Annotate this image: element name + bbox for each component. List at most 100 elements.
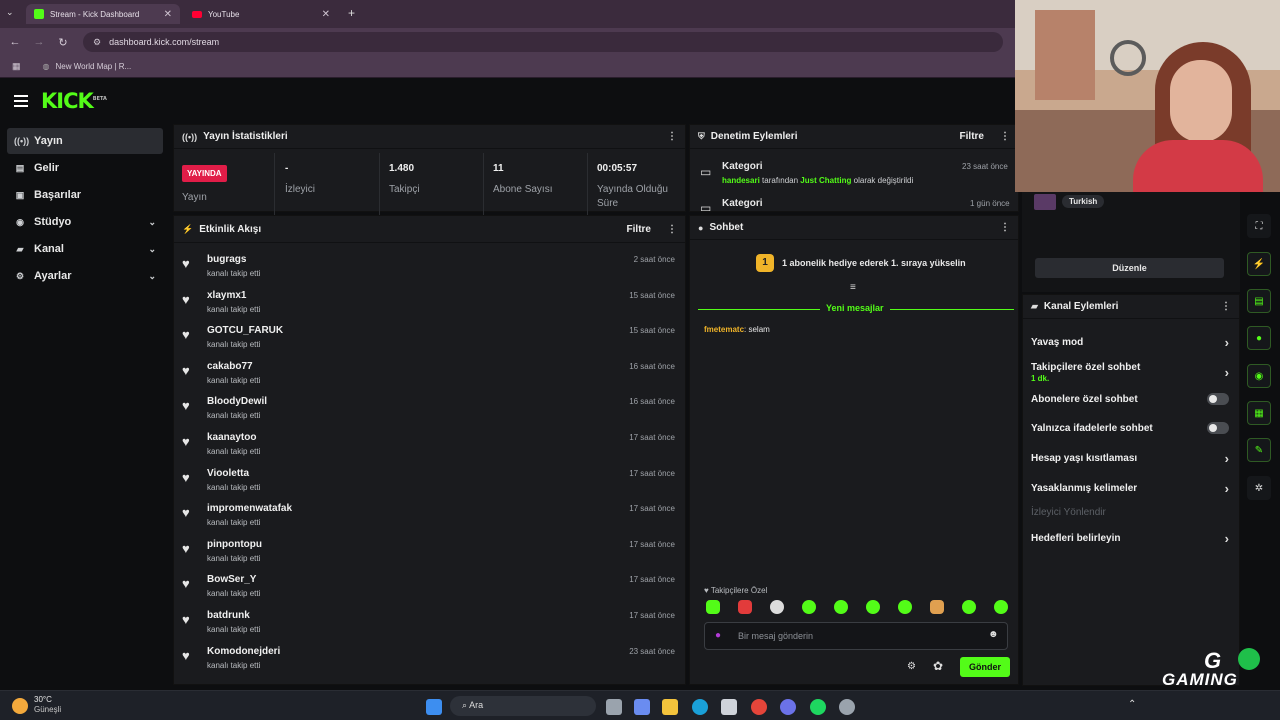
sidebar-item-studyo[interactable]: ◉ Stüdyo ⌄ (7, 209, 163, 235)
more-options-icon[interactable]: ⋮ (1221, 301, 1231, 312)
emote-chat-row[interactable]: Yalnızca ifadelerle sohbet (1031, 422, 1229, 434)
weather-sun-icon[interactable] (12, 698, 28, 714)
activity-username[interactable]: BloodyDewil (207, 396, 267, 407)
activity-row[interactable]: ♥ kaanaytoo kanalı takip etti 17 saat önce (182, 430, 675, 464)
emote-icon[interactable] (930, 600, 944, 614)
emote-icon[interactable] (962, 600, 976, 614)
emote-icon[interactable] (738, 600, 752, 614)
goals-row[interactable]: Hedefleri belirleyin › (1031, 531, 1229, 546)
close-tab-icon[interactable]: ✕ (322, 9, 330, 20)
discord-icon[interactable] (780, 699, 796, 715)
microphone-icon[interactable]: ● (715, 630, 721, 641)
copilot-icon[interactable] (634, 699, 650, 715)
chat-bubble-icon[interactable]: ● (1247, 326, 1271, 350)
emote-icon[interactable] (994, 600, 1008, 614)
emote-icon[interactable] (802, 600, 816, 614)
banned-words-row[interactable]: Yasaklanmış kelimeler › (1031, 481, 1229, 496)
activity-username[interactable]: batdrunk (207, 610, 260, 621)
chrome-icon[interactable] (751, 699, 767, 715)
file-explorer-icon[interactable] (662, 699, 678, 715)
sidebar-item-kanal[interactable]: ▰ Kanal ⌄ (7, 236, 163, 262)
mod-category[interactable]: Just Chatting (800, 176, 851, 185)
activity-username[interactable]: BowSer_Y (207, 574, 260, 585)
new-tab-button[interactable]: + (348, 6, 355, 20)
reload-icon[interactable]: ↻ (51, 36, 75, 49)
expand-icon[interactable]: ⛶ (1247, 214, 1271, 238)
site-info-icon[interactable]: ⚙ (93, 37, 101, 48)
pinned-toggle-icon[interactable]: ≡ (850, 282, 856, 293)
taskbar-search[interactable]: ⌕ Ara (450, 696, 596, 716)
activity-row[interactable]: ♥ Viooletta kanalı takip etti 17 saat önce (182, 466, 675, 500)
chat-settings-gear-icon[interactable]: ⚙ (907, 661, 916, 672)
sidebar-item-basarilar[interactable]: ▣ Başarılar (7, 182, 163, 208)
emote-icon[interactable] (834, 600, 848, 614)
account-age-row[interactable]: Hesap yaşı kısıtlaması › (1031, 451, 1229, 466)
activity-row[interactable]: ♥ impromenwatafak kanalı takip etti 17 saat… (182, 501, 675, 535)
sidebar-item-yayin[interactable]: ((•)) Yayın (7, 128, 163, 154)
emote-icon[interactable] (770, 600, 784, 614)
chat-tools-icon[interactable]: ✿ (933, 659, 943, 673)
filter-button[interactable]: Filtre (627, 224, 651, 235)
more-options-icon[interactable]: ⋮ (1000, 222, 1010, 233)
activity-row[interactable]: ♥ GOTCU_FARUK kanalı takip etti 15 saat önc… (182, 323, 675, 357)
activity-username[interactable]: xlaymx1 (207, 290, 260, 301)
activity-username[interactable]: cakabo77 (207, 361, 260, 372)
more-options-icon[interactable]: ⋮ (667, 224, 677, 235)
emoji-icon[interactable]: ☻ (988, 629, 999, 640)
subscribers-chat-row[interactable]: Abonelere özel sohbet (1031, 393, 1229, 405)
chat-username[interactable]: fmetematc (704, 325, 744, 334)
store-icon[interactable] (721, 699, 737, 715)
activity-row[interactable]: ♥ pinpontopu kanalı takip etti 17 saat önce (182, 537, 675, 571)
edge-icon[interactable] (692, 699, 708, 715)
tab-list-chevron-icon[interactable]: ⌄ (6, 7, 14, 18)
back-arrow-icon[interactable]: ← (3, 36, 27, 48)
send-button[interactable]: Gönder (960, 657, 1010, 677)
forward-arrow-icon[interactable]: → (27, 36, 51, 48)
spotify-icon[interactable] (810, 699, 826, 715)
lightning-icon[interactable]: ⚡ (1247, 252, 1271, 276)
tab-youtube[interactable]: YouTube ✕ (184, 4, 338, 24)
activity-username[interactable]: Viooletta (207, 468, 260, 479)
activity-username[interactable]: bugrags (207, 254, 260, 265)
more-options-icon[interactable]: ⋮ (667, 131, 677, 142)
activity-row[interactable]: ♥ xlaymx1 kanalı takip etti 15 saat önce (182, 288, 675, 322)
task-view-icon[interactable] (606, 699, 622, 715)
broadcast-icon[interactable]: ◉ (1247, 364, 1271, 388)
activity-username[interactable]: GOTCU_FARUK (207, 325, 283, 336)
bookmark-new-world-map[interactable]: New World Map | R... (56, 62, 132, 71)
more-options-icon[interactable]: ⋮ (1000, 131, 1010, 142)
activity-row[interactable]: ♥ BloodyDewil kanalı takip etti 16 saat önc… (182, 394, 675, 428)
activity-username[interactable]: pinpontopu (207, 539, 262, 550)
gift-leaderboard-text[interactable]: 1 abonelik hediye ederek 1. sıraya yükse… (782, 258, 966, 268)
activity-row[interactable]: ♥ batdrunk kanalı takip etti 17 saat önce (182, 608, 675, 642)
close-tab-icon[interactable]: ✕ (164, 9, 172, 20)
activity-row[interactable]: ♥ BowSer_Y kanalı takip etti 17 saat önce (182, 572, 675, 606)
sidebar-item-ayarlar[interactable]: ⚙ Ayarlar ⌄ (7, 263, 163, 289)
activity-username[interactable]: kaanaytoo (207, 432, 260, 443)
activity-row[interactable]: ♥ Komodonejderi kanalı takip etti 23 saat ö… (182, 644, 675, 678)
share-icon[interactable]: ✲ (1247, 476, 1271, 500)
tab-kick-dashboard[interactable]: Stream - Kick Dashboard ✕ (26, 4, 180, 24)
url-field[interactable]: ⚙ dashboard.kick.com/stream (83, 32, 1003, 52)
document-icon[interactable]: ▤ (1247, 289, 1271, 313)
windows-start-icon[interactable] (426, 699, 442, 715)
emote-icon[interactable] (898, 600, 912, 614)
emote-icon[interactable] (706, 600, 720, 614)
slow-mode-row[interactable]: Yavaş mod › (1031, 335, 1229, 350)
emote-icon[interactable] (866, 600, 880, 614)
edit-stream-button[interactable]: Düzenle (1035, 258, 1224, 278)
filter-button[interactable]: Filtre (960, 131, 984, 142)
activity-username[interactable]: Komodonejderi (207, 646, 280, 657)
sidebar-item-gelir[interactable]: ▤ Gelir (7, 155, 163, 181)
activity-username[interactable]: impromenwatafak (207, 503, 292, 514)
chat-input-box[interactable]: ● Bir mesaj gönderin ☻ (704, 622, 1008, 650)
weather-widget[interactable]: 30°C Güneşli (34, 695, 61, 715)
apps-grid-icon[interactable]: ▦ (12, 61, 21, 72)
subscribers-chat-toggle[interactable] (1207, 393, 1229, 405)
emote-chat-toggle[interactable] (1207, 422, 1229, 434)
mod-user[interactable]: handesari (722, 176, 760, 185)
layout-icon[interactable]: ▦ (1247, 401, 1271, 425)
app-icon[interactable] (839, 699, 855, 715)
tray-chevron-up-icon[interactable]: ⌃ (1128, 699, 1136, 710)
menu-hamburger-icon[interactable] (14, 92, 28, 110)
